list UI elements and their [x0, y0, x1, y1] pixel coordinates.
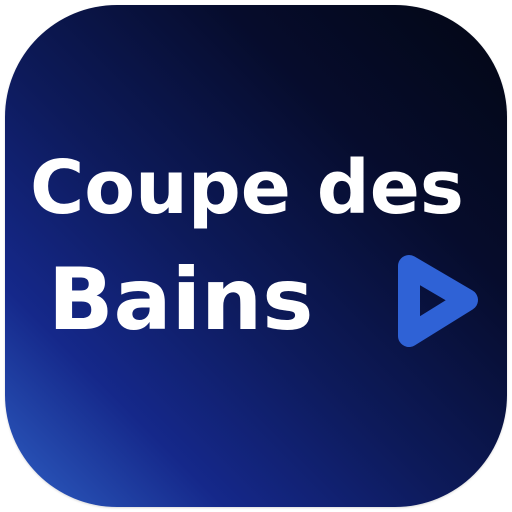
app-title-line-1: Coupe des: [30, 145, 464, 231]
app-title-line-2: Bains: [48, 250, 314, 350]
play-icon: [398, 255, 478, 347]
app-icon[interactable]: Coupe des Bains: [5, 5, 507, 507]
